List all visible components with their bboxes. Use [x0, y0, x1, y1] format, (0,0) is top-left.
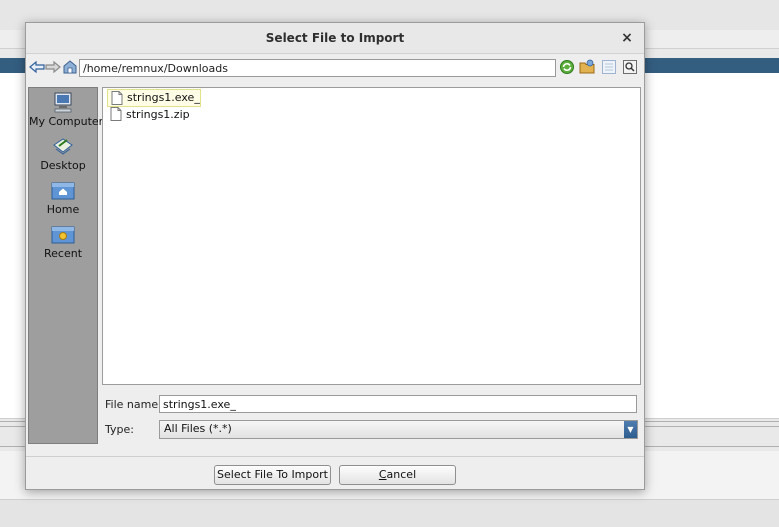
up-folder-icon[interactable]: [62, 59, 78, 75]
file-type-value: All Files (*.*): [164, 422, 232, 435]
forward-arrow-icon[interactable]: [45, 59, 61, 75]
file-icon: [110, 107, 122, 121]
cancel-mnemonic: C: [378, 468, 387, 481]
dialog-button-bar: Select File To Import Cancel: [26, 456, 644, 490]
cancel-label: ancel: [386, 468, 417, 481]
desktop-icon: [53, 138, 73, 155]
select-file-to-import-button[interactable]: Select File To Import: [214, 465, 331, 485]
file-list[interactable]: strings1.exe_ strings1.zip: [102, 87, 641, 385]
sidebar-item-home[interactable]: Home: [29, 179, 97, 223]
back-arrow-icon[interactable]: [29, 59, 45, 75]
sidebar-item-label: Recent: [43, 247, 83, 260]
file-icon: [111, 91, 123, 105]
details-view-icon[interactable]: [622, 59, 638, 75]
recent-icon: [51, 226, 75, 244]
computer-icon: [54, 92, 72, 113]
sidebar-item-label: My Computer: [29, 115, 104, 128]
home-icon: [51, 182, 75, 200]
file-type-select[interactable]: All Files (*.*) ▼: [159, 420, 638, 439]
new-folder-icon[interactable]: [579, 59, 595, 75]
sidebar-item-recent[interactable]: Recent: [29, 223, 97, 267]
list-item[interactable]: strings1.exe_: [107, 89, 201, 107]
file-chooser-toolbar: [26, 54, 644, 82]
sidebar-item-label: Home: [46, 203, 80, 216]
background-status-bar: [0, 499, 779, 527]
chevron-down-icon[interactable]: ▼: [624, 421, 637, 438]
sidebar-item-my-computer[interactable]: My Computer: [29, 91, 104, 135]
type-label: Type:: [105, 423, 134, 436]
select-file-dialog: Select File to Import × /home/remnux/Dow…: [25, 22, 645, 490]
path-field[interactable]: [79, 59, 556, 77]
sidebar-item-desktop[interactable]: Desktop: [29, 135, 97, 179]
refresh-icon[interactable]: [559, 59, 575, 75]
file-name: strings1.zip: [126, 108, 190, 121]
file-name: strings1.exe_: [127, 91, 200, 104]
list-item[interactable]: strings1.zip: [107, 106, 199, 122]
dialog-titlebar[interactable]: Select File to Import ×: [26, 23, 644, 54]
sidebar-item-label: Desktop: [40, 159, 86, 172]
cancel-button[interactable]: Cancel: [339, 465, 456, 485]
places-sidebar: My Computer Desktop Home Recent: [28, 87, 104, 444]
close-button[interactable]: ×: [618, 29, 636, 47]
file-name-label: File name:: [105, 398, 162, 411]
file-name-field[interactable]: [159, 395, 637, 413]
dialog-title: Select File to Import: [265, 31, 405, 45]
list-view-icon[interactable]: [601, 59, 617, 75]
